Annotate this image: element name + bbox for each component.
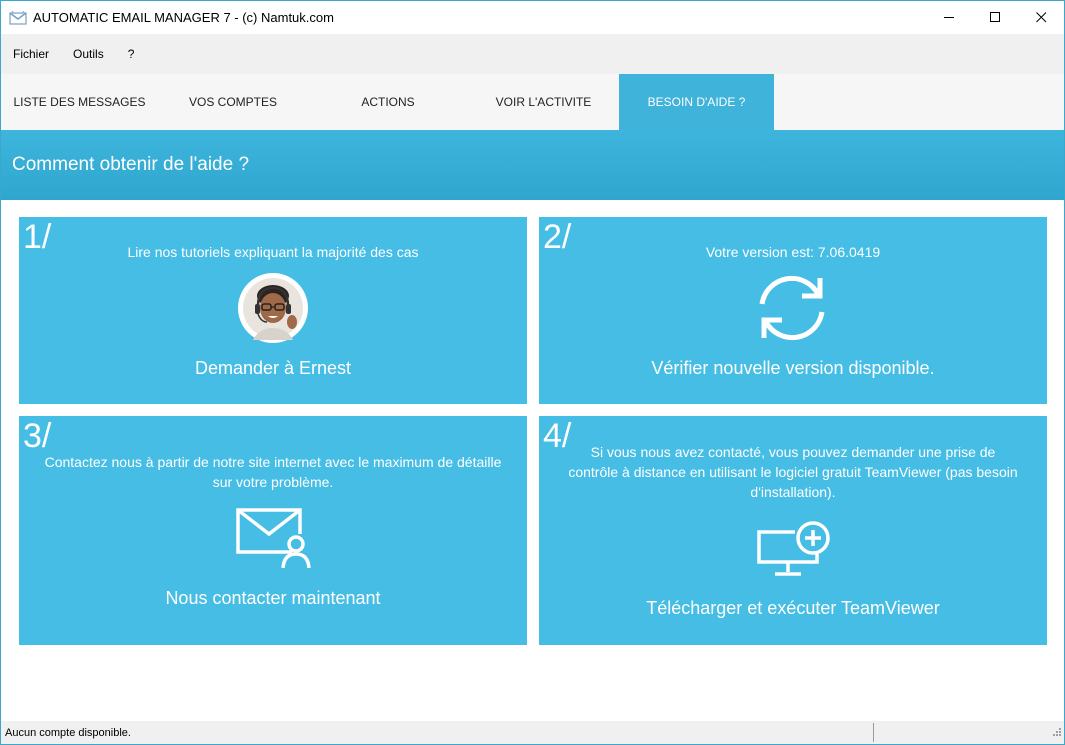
teamviewer-link[interactable]: Télécharger et exécuter TeamViewer [539, 598, 1047, 619]
page-title: Comment obtenir de l'aide ? [12, 154, 250, 175]
panel-version[interactable]: 2/ Votre version est: 7.06.0419 Vérifier… [539, 217, 1047, 404]
status-text: Aucun compte disponible. [5, 726, 131, 739]
panel-description: Contactez nous à partir de notre site in… [44, 454, 502, 490]
panel-contact[interactable]: 3/ Contactez nous à partir de notre site… [19, 416, 527, 645]
menu-bar: Fichier Outils ? [1, 34, 1064, 74]
close-button[interactable] [1018, 1, 1064, 34]
tab-voir-activite[interactable]: VOIR L'ACTIVITE [468, 74, 619, 130]
tab-bar: LISTE DES MESSAGES VOS COMPTES ACTIONS V… [1, 74, 1064, 130]
status-divider [873, 723, 874, 742]
maximize-button[interactable] [972, 1, 1018, 34]
tab-liste-des-messages[interactable]: LISTE DES MESSAGES [1, 74, 158, 130]
app-logo-icon [9, 10, 27, 25]
panel-description: Lire nos tutoriels expliquant la majorit… [127, 244, 419, 260]
panel-number: 3/ [23, 417, 52, 455]
mail-contact-icon [236, 508, 312, 575]
menu-outils[interactable]: Outils [61, 47, 116, 61]
ask-ernest-link[interactable]: Demander à Ernest [19, 358, 527, 379]
close-icon [1035, 12, 1046, 23]
tab-actions[interactable]: ACTIONS [308, 74, 468, 130]
check-update-link[interactable]: Vérifier nouvelle version disponible. [539, 358, 1047, 379]
panel-teamviewer[interactable]: 4/ Si vous nous avez contacté, vous pouv… [539, 416, 1047, 645]
tab-vos-comptes[interactable]: VOS COMPTES [158, 74, 308, 130]
minimize-icon [943, 17, 954, 18]
menu-fichier[interactable]: Fichier [1, 47, 61, 61]
window-controls [926, 1, 1064, 34]
title-bar: AUTOMATIC EMAIL MANAGER 7 - (c) Namtuk.c… [1, 1, 1064, 34]
panel-tutorials[interactable]: 1/ Lire nos tutoriels expliquant la majo… [19, 217, 527, 404]
contact-us-link[interactable]: Nous contacter maintenant [19, 588, 527, 609]
menu-help[interactable]: ? [116, 47, 147, 61]
window-title: AUTOMATIC EMAIL MANAGER 7 - (c) Namtuk.c… [33, 10, 334, 25]
tab-besoin-aide[interactable]: BESOIN D'AIDE ? [619, 74, 774, 130]
panel-description: Si vous nous avez contacté, vous pouvez … [568, 444, 1018, 500]
minimize-button[interactable] [926, 1, 972, 34]
refresh-icon [754, 270, 830, 351]
section-header: Comment obtenir de l'aide ? [1, 130, 1064, 200]
maximize-icon [989, 12, 1000, 22]
status-bar: Aucun compte disponible. [1, 721, 1064, 744]
resize-grip-icon[interactable] [1052, 724, 1062, 742]
version-text: Votre version est: 7.06.0419 [705, 244, 881, 260]
ernest-avatar [237, 272, 309, 349]
monitor-add-icon [755, 520, 833, 583]
